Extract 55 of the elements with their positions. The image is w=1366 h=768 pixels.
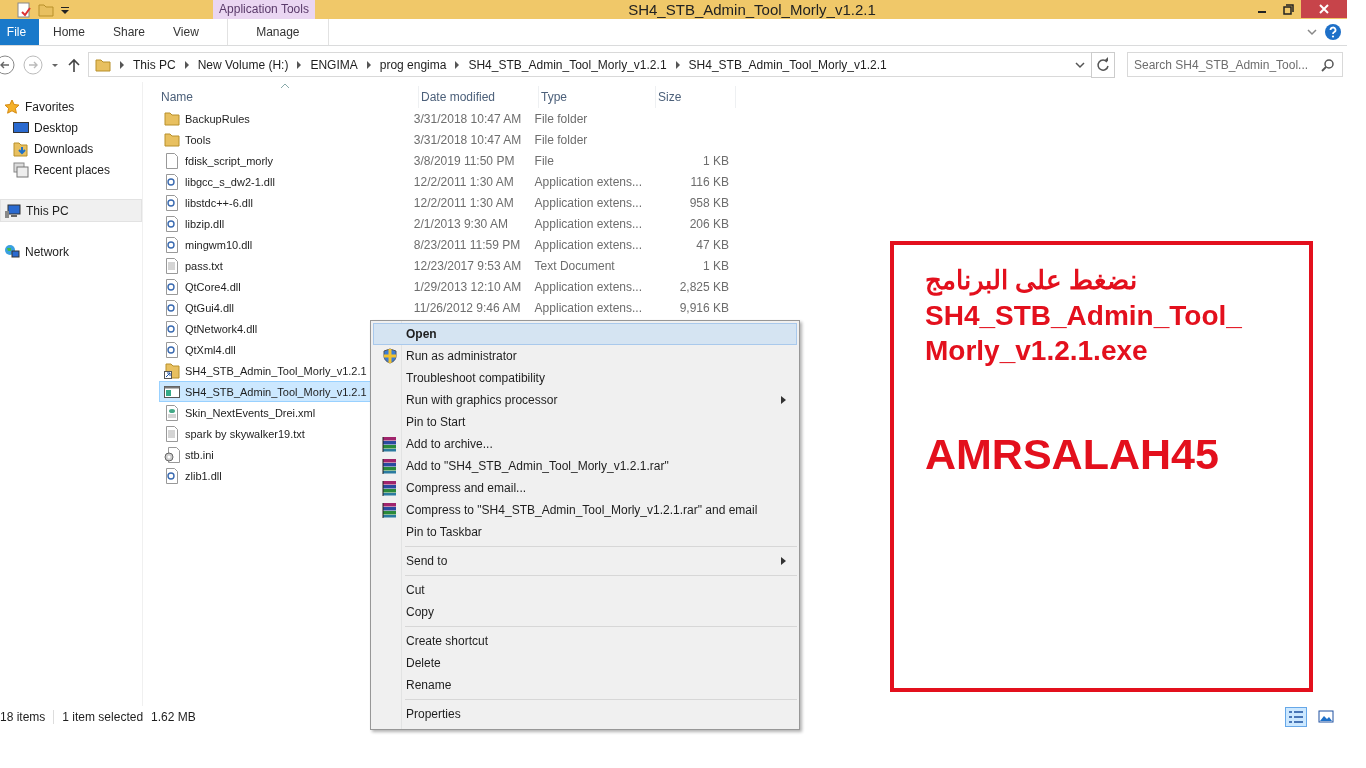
file-size: 206 KB [689,216,729,231]
file-name: libgcc_s_dw2-1.dll [185,175,275,188]
file-name: libstdc++-6.dll [185,196,253,209]
annotation-text: Morly_v1.2.1.exe [925,334,1148,368]
file-type: File folder [534,132,588,147]
file-name: libzip.dll [185,217,225,230]
window-title: SH4_STB_Admin_Tool_Morly_v1.2.1 [627,1,877,18]
file-name: fdisk_script_morly [185,154,274,167]
file-name: Tools [185,133,211,146]
date-modified: 3/31/2018 10:47 AM [413,132,522,147]
file-type: Application extens... [534,216,642,231]
file-size: 116 KB [690,174,729,189]
file-size: 958 KB [689,195,729,210]
date-modified: 12/23/2017 9:53 AM [413,258,522,273]
date-modified: 12/2/2011 1:30 AM [413,174,514,189]
file-name: SH4_STB_Admin_Tool_Morly_v1.2.1 [185,385,367,398]
file-name: SH4_STB_Admin_Tool_Morly_v1.2.1 [185,364,367,377]
file-size: 9,916 KB [679,300,729,315]
date-modified: 3/8/2019 11:50 PM [413,153,515,168]
file-name: QtCore4.dll [185,280,241,293]
file-name: spark by skywalker19.txt [185,427,305,440]
file-name: Skin_NextEvents_Drei.xml [185,406,316,419]
file-type: Text Document [534,258,615,273]
signature-text: AMRSALAH45 [925,430,1219,479]
context-tab-group-header: Application Tools [213,0,315,19]
file-type: File [534,153,554,168]
file-size: 1 KB [703,258,729,273]
date-modified: 3/31/2018 10:47 AM [413,111,522,126]
file-size: 1 KB [703,153,729,168]
date-modified: 12/2/2011 1:30 AM [413,195,514,210]
file-name: stb.ini [185,448,214,461]
item-count: 18 items [0,710,46,724]
file-type: Application extens... [534,237,642,252]
file-type: File folder [534,111,588,126]
file-type: Application extens... [534,195,642,210]
date-modified: 11/26/2012 9:46 AM [413,300,521,315]
file-type: Application extens... [534,279,642,294]
file-name: QtXml4.dll [185,343,236,356]
selection-size: 1.62 MB [151,710,196,724]
file-name: mingwm10.dll [185,238,253,251]
date-modified: 8/23/2011 11:59 PM [413,237,521,252]
date-modified: 2/1/2013 9:30 AM [413,216,508,231]
annotation-text: SH4_STB_Admin_Tool_ [925,299,1242,333]
file-type: Application extens... [534,174,642,189]
file-name: QtGui4.dll [185,301,234,314]
file-name: QtNetwork4.dll [185,322,258,335]
file-name: zlib1.dll [185,469,222,482]
selection-count: 1 item selected [62,710,144,724]
file-size: 2,825 KB [679,279,729,294]
file-size: 47 KB [696,237,729,252]
file-name: BackupRules [185,112,250,125]
file-type: Application extens... [534,300,642,315]
annotation-text: نضغط على البرنامج [925,264,1138,298]
file-name: pass.txt [185,259,223,272]
date-modified: 1/29/2013 12:10 AM [413,279,522,294]
